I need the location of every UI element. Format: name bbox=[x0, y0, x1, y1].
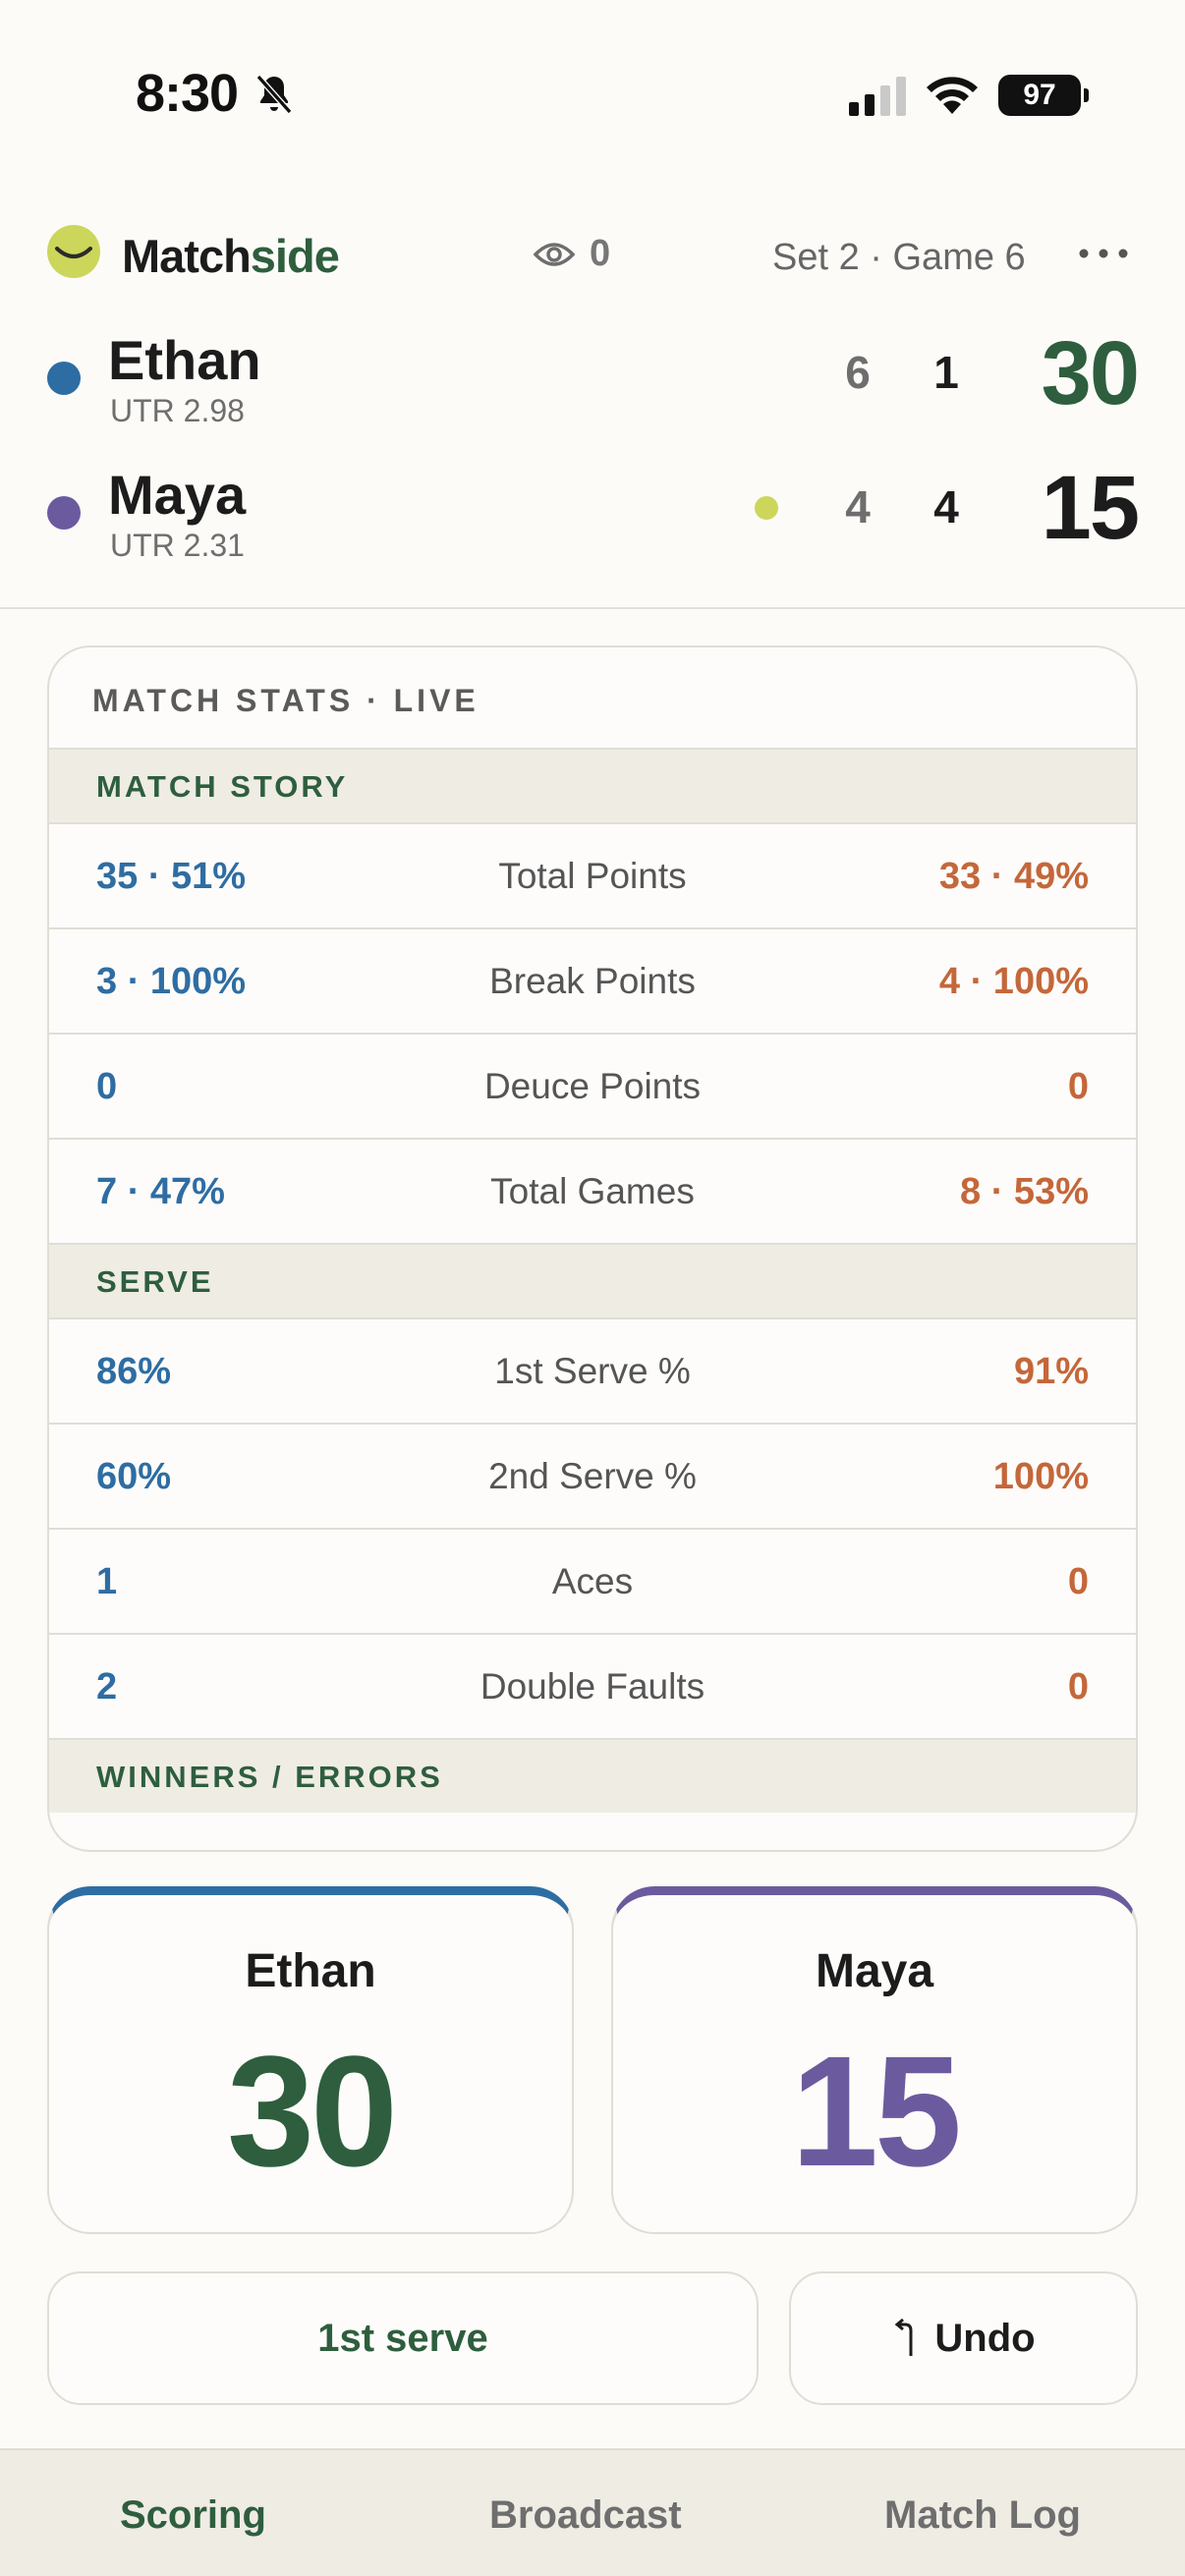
scoreboard-row-maya: Maya UTR 2.31 4 4 15 bbox=[47, 457, 1140, 575]
set1-score: 6 bbox=[845, 347, 871, 398]
stat-maya-value: 0 bbox=[1067, 1066, 1089, 1107]
player-name: Maya bbox=[108, 464, 247, 526]
stat-row-double-faults: 2 Double Faults 0 bbox=[49, 1633, 1136, 1738]
battery-indicator: 97 bbox=[998, 75, 1089, 116]
game-points: 30 bbox=[1041, 323, 1140, 423]
section-header-match-story: MATCH STORY bbox=[49, 748, 1136, 822]
stat-maya-value: 0 bbox=[1067, 1561, 1089, 1602]
match-stats-card[interactable]: MATCH STATS · LIVE MATCH STORY 35 · 51% … bbox=[47, 645, 1138, 1852]
first-serve-button[interactable]: 1st serve bbox=[47, 2271, 759, 2405]
wifi-icon bbox=[927, 77, 978, 114]
set2-score: 4 bbox=[933, 481, 959, 532]
header-divider bbox=[0, 607, 1185, 609]
stat-maya-value: 8 · 53% bbox=[960, 1171, 1089, 1212]
player-color-dot bbox=[47, 496, 81, 530]
tab-broadcast[interactable]: Broadcast bbox=[489, 2493, 682, 2538]
stat-maya-value: 4 · 100% bbox=[938, 961, 1089, 1002]
stat-maya-value: 33 · 49% bbox=[938, 856, 1089, 897]
bell-muted-icon bbox=[255, 75, 293, 114]
stat-label: Aces bbox=[551, 1561, 634, 1601]
point-button-score: 30 bbox=[227, 2023, 398, 2199]
viewer-count: 0 bbox=[533, 233, 610, 275]
stat-label: 2nd Serve % bbox=[488, 1456, 697, 1496]
tennis-ball-logo-icon bbox=[47, 225, 100, 278]
stat-row-first-serve: 86% 1st Serve % 91% bbox=[49, 1317, 1136, 1423]
player-name: Ethan bbox=[108, 329, 261, 391]
stats-title: MATCH STATS · LIVE bbox=[92, 683, 480, 718]
brand-part2: side bbox=[250, 230, 340, 282]
stat-label: Double Faults bbox=[480, 1666, 705, 1707]
first-serve-label: 1st serve bbox=[317, 2316, 488, 2360]
section-header-serve: SERVE bbox=[49, 1243, 1136, 1317]
cellular-signal-icon bbox=[849, 77, 906, 116]
tab-scoring[interactable]: Scoring bbox=[120, 2493, 266, 2538]
bottom-tab-bar: Scoring Broadcast Match Log bbox=[0, 2448, 1185, 2576]
status-bar: 8:30 97 bbox=[0, 0, 1185, 167]
stat-maya-value: 91% bbox=[1013, 1351, 1089, 1392]
point-button-name: Ethan bbox=[245, 1945, 376, 1997]
stat-label: 1st Serve % bbox=[494, 1351, 691, 1391]
point-button-score: 15 bbox=[791, 2023, 962, 2199]
point-button-ethan[interactable]: Ethan 30 bbox=[47, 1886, 574, 2234]
section-header-winners-errors: WINNERS / ERRORS bbox=[49, 1738, 1136, 1813]
set2-score: 1 bbox=[933, 347, 959, 398]
point-button-maya[interactable]: Maya 15 bbox=[611, 1886, 1138, 2234]
player-utr: UTR 2.98 bbox=[110, 393, 245, 428]
brand-part1: Match bbox=[122, 230, 252, 282]
stat-row-total-games: 7 · 47% Total Games 8 · 53% bbox=[49, 1138, 1136, 1243]
game-points: 15 bbox=[1041, 458, 1140, 558]
player-utr: UTR 2.31 bbox=[110, 528, 245, 563]
undo-arrow-icon bbox=[895, 2319, 913, 2356]
undo-label: Undo bbox=[934, 2316, 1036, 2360]
stat-maya-value: 100% bbox=[992, 1456, 1089, 1497]
viewer-count-value: 0 bbox=[590, 233, 611, 274]
serving-ball-icon bbox=[755, 496, 778, 520]
stat-row-second-serve: 60% 2nd Serve % 100% bbox=[49, 1423, 1136, 1528]
app-brand: Matchside bbox=[122, 229, 340, 283]
more-options-icon[interactable] bbox=[1077, 247, 1130, 260]
match-scoring-screen: 8:30 97 Matchside 0 Set 2 · Game 6 Ethan… bbox=[0, 0, 1185, 2576]
set-game-indicator: Set 2 · Game 6 bbox=[772, 237, 1026, 278]
scoreboard-row-ethan: Ethan UTR 2.98 6 1 30 bbox=[47, 322, 1140, 440]
eye-icon bbox=[533, 242, 576, 266]
app-header: Matchside 0 Set 2 · Game 6 bbox=[47, 211, 1138, 296]
stat-row-break-points: 3 · 100% Break Points 4 · 100% bbox=[49, 927, 1136, 1033]
stat-label: Deuce Points bbox=[483, 1066, 702, 1106]
set1-score: 4 bbox=[845, 481, 871, 532]
stat-row-deuce-points: 0 Deuce Points 0 bbox=[49, 1033, 1136, 1138]
undo-button[interactable]: Undo bbox=[789, 2271, 1138, 2405]
stat-maya-value: 0 bbox=[1067, 1666, 1089, 1708]
player-color-dot bbox=[47, 362, 81, 395]
stat-row-aces: 1 Aces 0 bbox=[49, 1528, 1136, 1633]
tab-match-log[interactable]: Match Log bbox=[884, 2493, 1081, 2538]
point-button-name: Maya bbox=[815, 1945, 934, 1997]
status-time: 8:30 bbox=[136, 64, 239, 123]
stat-row-total-points: 35 · 51% Total Points 33 · 49% bbox=[49, 822, 1136, 927]
